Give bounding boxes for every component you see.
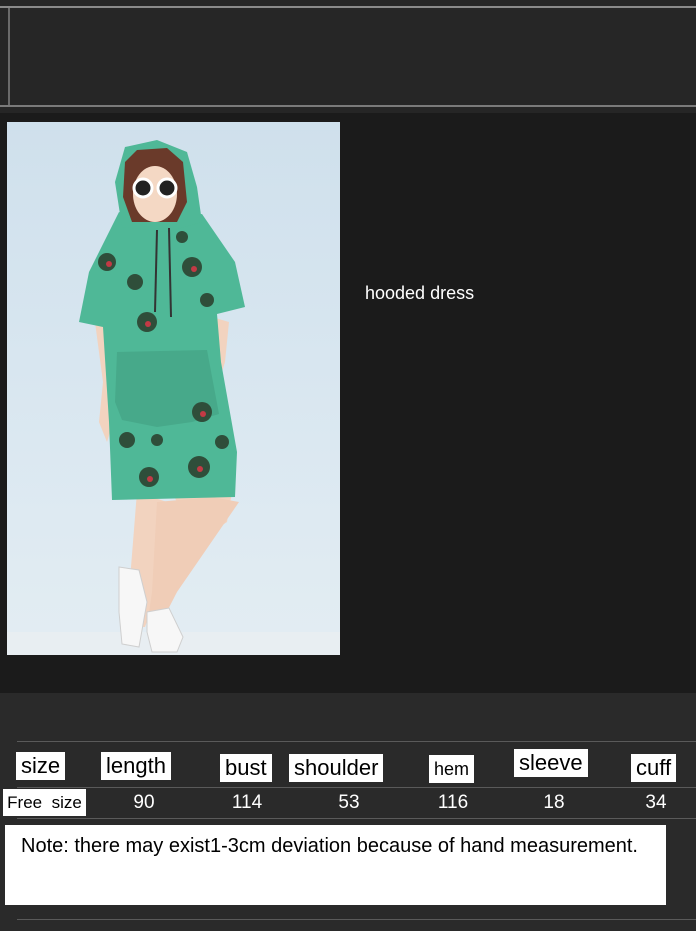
product-caption: hooded dress [365,283,475,303]
model-illustration [7,140,340,655]
measurement-note: Note: there may exist1-3cm deviation bec… [5,825,666,905]
header-hem: hem [429,755,475,783]
header-sleeve: sleeve [514,749,588,777]
value-shoulder: 53 [338,792,360,813]
value-bust: 114 [231,792,263,813]
value-hem: 116 [437,792,469,813]
top-banner [0,0,696,113]
banner-border-top [0,6,696,8]
value-cuff: 34 [645,792,667,813]
banner-border-left [8,8,10,106]
header-bust: bust [220,754,272,782]
banner-border-bottom [0,105,696,107]
header-length: length [101,752,171,780]
table-rule-top [17,741,696,742]
table-rule-lower [17,818,696,819]
value-sleeve: 18 [543,792,565,813]
table-rule-middle [17,787,696,788]
header-cuff: cuff [631,754,677,782]
header-shoulder: shoulder [289,754,384,782]
value-length: 90 [133,792,155,813]
model-photo [7,122,340,655]
table-rule-bottom [17,919,696,920]
measurement-note-text: Note: there may exist1-3cm deviation bec… [21,835,638,857]
header-size: size [16,752,66,780]
size-free-label: Free size [3,789,86,816]
